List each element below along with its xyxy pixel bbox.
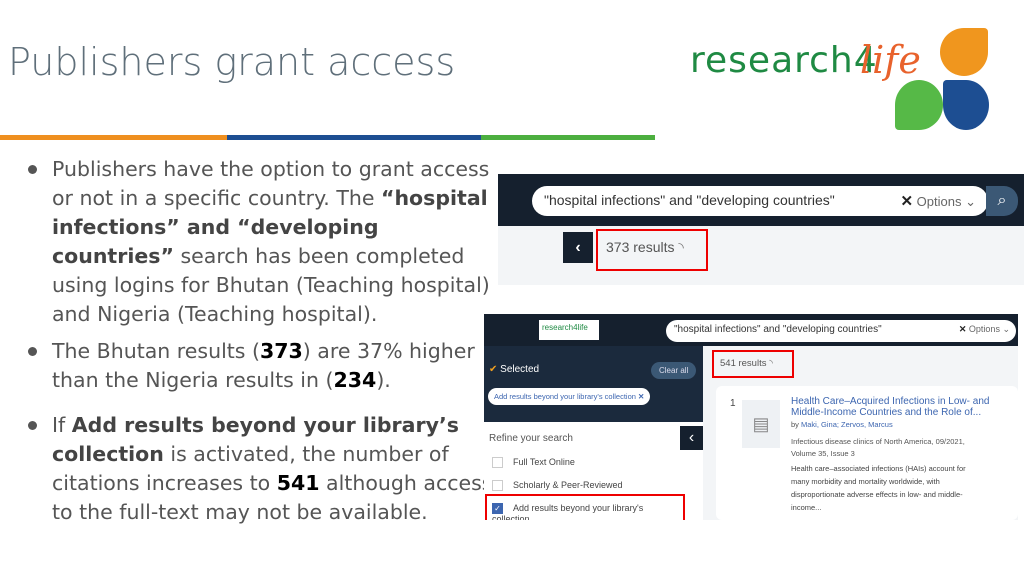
blue-leaf-icon	[943, 80, 989, 130]
green-leaf-icon	[895, 80, 943, 130]
bullet-list: Publishers have the option to grant acce…	[24, 155, 494, 535]
wheat-leaf-icon	[940, 28, 988, 76]
logo-small: research4life	[539, 320, 599, 340]
research4life-logo: research4 life	[690, 28, 990, 133]
clear-icon: ✕	[958, 324, 967, 334]
checkbox-checked[interactable]: ✓	[492, 503, 503, 515]
checkbox[interactable]	[492, 457, 503, 469]
check-icon: ✔	[489, 364, 498, 375]
clear-icon[interactable]: ✕	[900, 193, 913, 210]
rss-icon: ◝	[678, 239, 684, 255]
collapse-chevron-icon[interactable]: ‹	[563, 232, 593, 263]
stripe-orange	[0, 135, 227, 140]
search-icon[interactable]: ⌕	[986, 186, 1018, 216]
search-input[interactable]: "hospital infections" and "developing co…	[532, 186, 988, 216]
filter-chip[interactable]: Add results beyond your library's collec…	[488, 388, 651, 405]
stripe-green	[481, 135, 655, 140]
screenshot-bhutan: "hospital infections" and "developing co…	[498, 174, 1024, 285]
stripe-blue	[227, 135, 481, 140]
refine-heading: Refine your search	[489, 433, 573, 444]
search-input-2[interactable]: "hospital infections" and "developing co…	[666, 320, 1016, 342]
result-item: 1 ▤ Health Care–Acquired Infections in L…	[716, 386, 1018, 520]
document-icon: ▤	[742, 400, 780, 448]
checkbox[interactable]	[492, 480, 503, 492]
options-dropdown[interactable]: Options	[917, 194, 962, 209]
screenshot-expanded: research4life "hospital infections" and …	[484, 314, 1018, 520]
results-count-2: 541 results ◝	[712, 350, 794, 378]
rss-icon: ◝	[769, 358, 773, 369]
slide-title: Publishers grant access	[8, 40, 456, 84]
beyond-collection-filter[interactable]: ✓ Add results beyond your library's colle…	[485, 494, 685, 520]
results-count: 373 results ◝	[596, 229, 708, 271]
clear-all-button[interactable]: Clear all	[651, 362, 697, 379]
result-title-link[interactable]: Health Care–Acquired Infections in Low- …	[791, 396, 1011, 418]
collapse-chevron-icon[interactable]: ‹	[680, 426, 703, 450]
bullet-1: Publishers have the option to grant acce…	[24, 155, 494, 329]
bullet-2: The Bhutan results (373) are 37% higher …	[24, 337, 494, 395]
bullet-3: If Add results beyond your library’s col…	[24, 411, 494, 527]
